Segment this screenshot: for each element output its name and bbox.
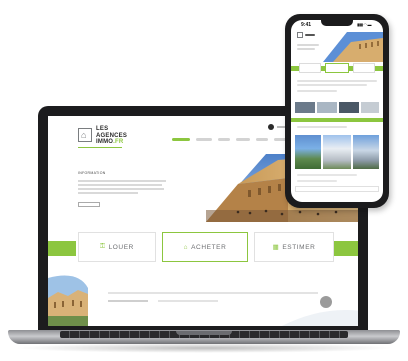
accent-band [291,118,383,122]
signal-wifi-battery-icon: ▮▮▮ ◠ ▬ [357,22,372,27]
info-text-line [78,192,138,194]
text-line [297,180,337,182]
phone-screen: 9:41 ▮▮▮ ◠ ▬ [291,20,383,202]
phone-clock: 9:41 [301,22,312,28]
estimer-card[interactable]: ▦ ESTIMER [254,232,334,262]
house-icon: ⌂ [183,243,189,251]
logo-icon[interactable]: ⌂ [78,128,92,142]
estimer-label: ESTIMER [282,243,316,251]
nav-item[interactable] [196,138,212,141]
decorative-swoosh [282,310,358,326]
nav-item[interactable] [236,138,250,141]
search-field[interactable] [295,186,379,192]
text-line [297,80,377,82]
listing-thumbnail[interactable] [295,102,315,113]
louer-label: LOUER [108,243,134,251]
louer-card[interactable]: ⚿ LOUER [78,232,156,262]
listing-thumbnail[interactable] [339,102,359,113]
house-icon: ⌂ [81,130,87,140]
louer-card[interactable] [299,63,321,73]
listing-tile[interactable] [295,135,321,169]
nav-item-active[interactable] [172,138,190,141]
text-line [297,126,347,128]
nav-item[interactable] [218,138,230,141]
info-text-line [78,184,162,186]
calculator-icon: ▦ [272,244,280,251]
logo-icon[interactable] [297,32,303,38]
info-heading: INFORMATION [78,171,106,175]
listing-tile[interactable] [323,135,351,169]
phone-notch [321,20,353,26]
laptop-hinge-notch [176,331,232,335]
accent-band-right [334,241,358,256]
read-more-button[interactable] [78,202,100,207]
info-text-line [78,180,166,182]
estimer-card[interactable] [353,63,375,73]
key-icon: ⚿ [100,243,106,250]
nav-item[interactable] [256,138,268,141]
logo-tagline [78,147,122,148]
logo-text [305,34,315,36]
laptop-shadow [14,343,394,353]
listing-thumbnail[interactable] [317,102,337,113]
text-line [297,174,357,176]
city-photo [48,275,88,326]
text-line [297,44,319,46]
search-label [108,300,148,302]
listing-tile[interactable] [353,135,379,169]
hero-photo [323,32,383,62]
acheter-card[interactable]: ⌂ ACHETER [162,232,248,262]
acheter-card[interactable] [325,63,349,73]
site-logo[interactable]: LES AGENCES IMMO.FR [96,126,127,146]
account-icon[interactable] [268,124,274,130]
info-text-line [78,188,164,190]
accent-band-left [48,241,76,256]
search-button[interactable] [320,296,332,308]
search-field-line[interactable] [158,300,218,302]
text-line [297,48,315,50]
text-line [297,84,367,86]
listing-thumbnail[interactable] [361,102,379,113]
acheter-label: ACHETER [191,243,227,251]
logo-line-3: IMMO.FR [96,139,124,145]
text-line [297,90,337,92]
